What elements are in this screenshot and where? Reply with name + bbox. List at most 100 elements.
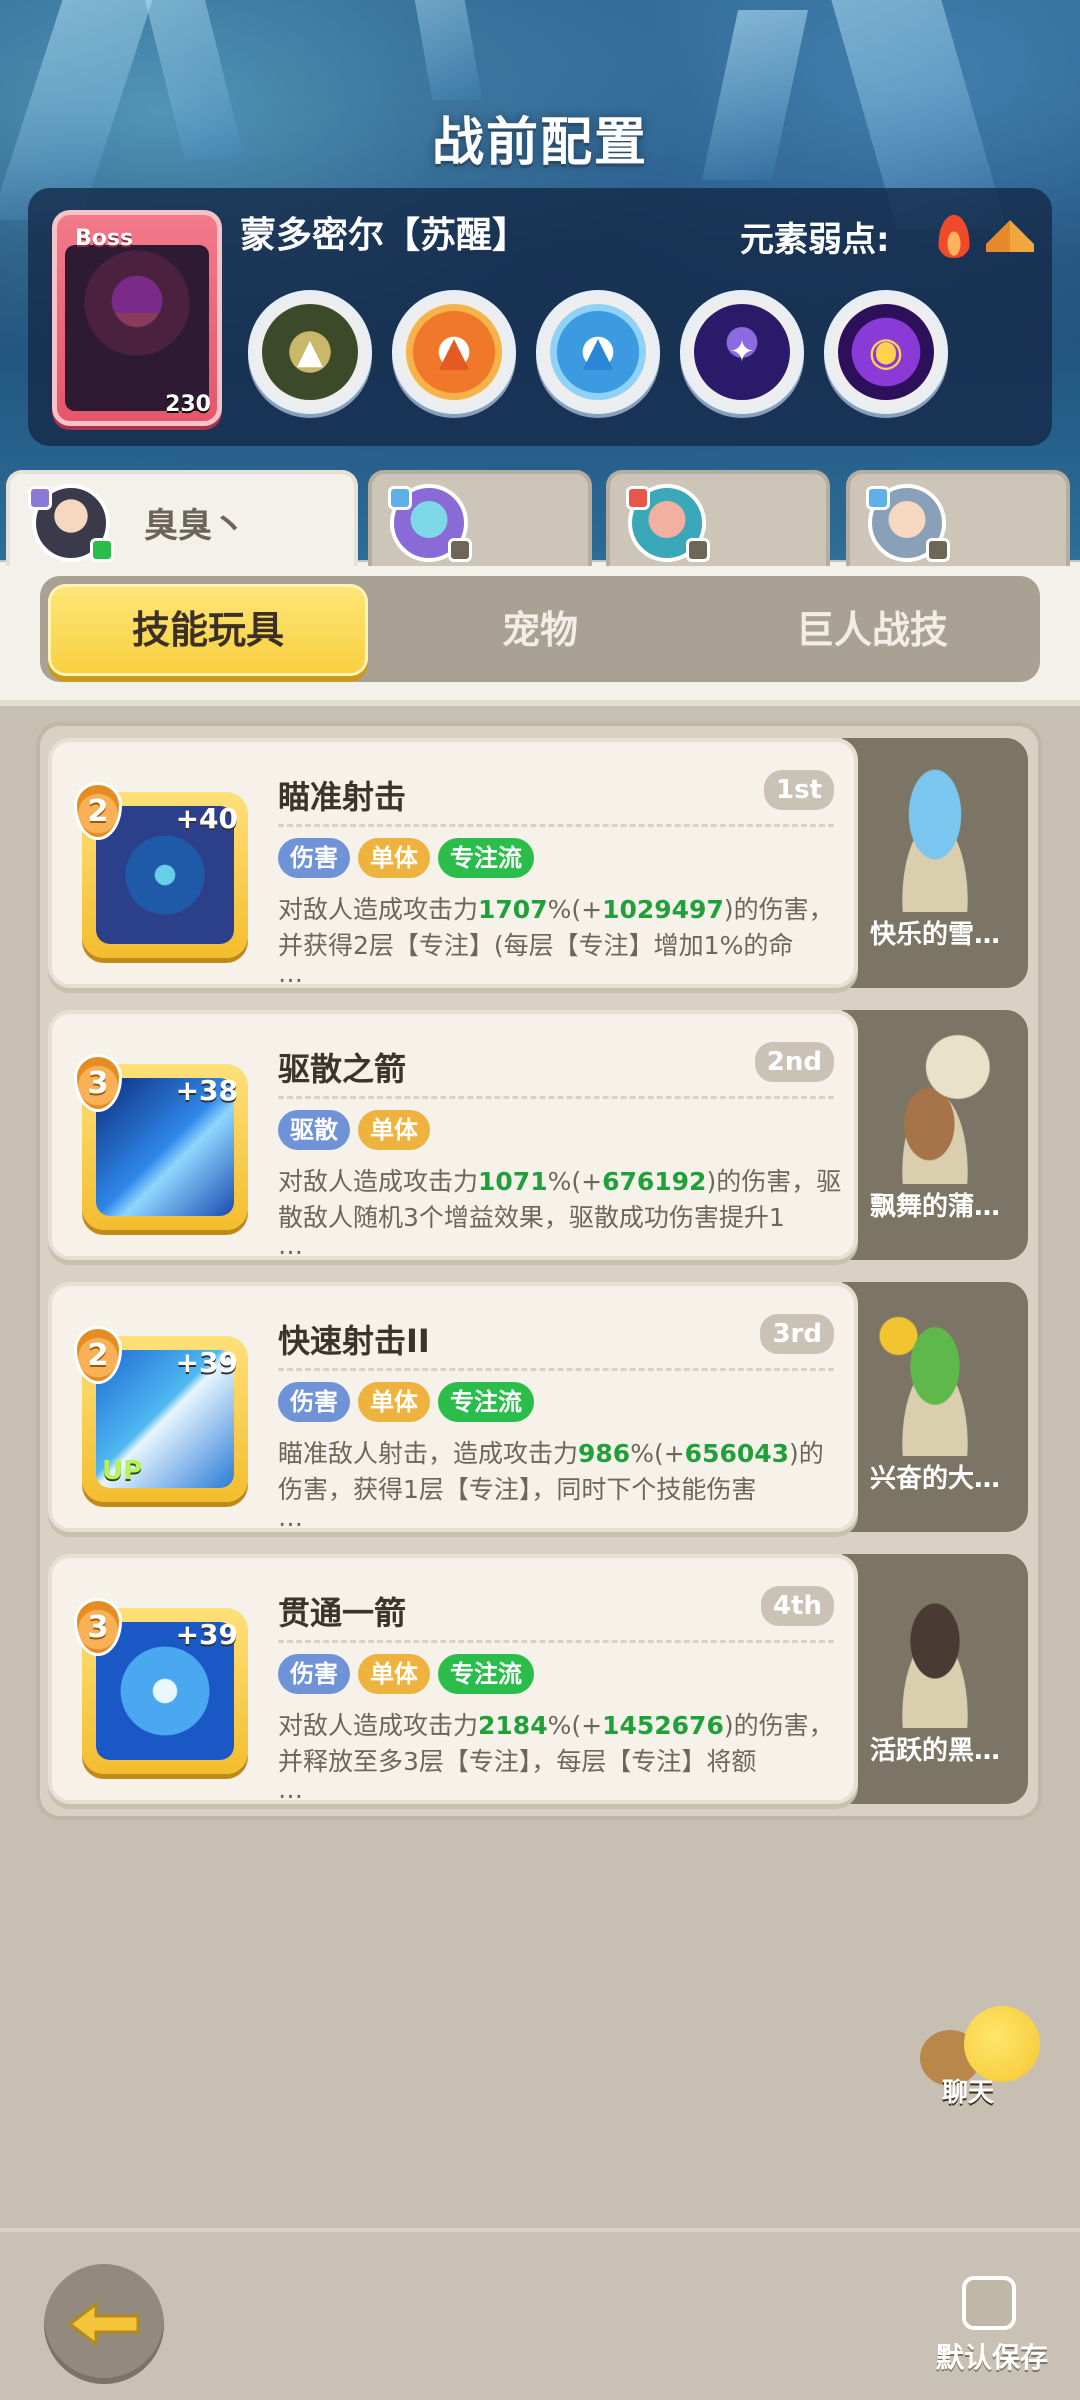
skill-rank: 3rd bbox=[760, 1314, 834, 1354]
controller-badge-icon bbox=[926, 538, 950, 562]
weakness-label: 元素弱点: bbox=[740, 220, 890, 260]
back-button[interactable] bbox=[44, 2264, 164, 2384]
pet-slot-3[interactable]: 兴奋的大… bbox=[842, 1282, 1028, 1532]
back-arrow-icon bbox=[67, 2302, 140, 2346]
desc-text: 瞄准敌人射击，造成攻击力 bbox=[278, 1439, 579, 1468]
boss-horns bbox=[97, 253, 177, 313]
desc-ellipsis: … bbox=[278, 1503, 303, 1532]
tag: 单体 bbox=[358, 838, 430, 878]
skill-plus: +39 bbox=[175, 1346, 238, 1379]
tag: 伤害 bbox=[278, 838, 350, 878]
skill-plus: +39 bbox=[175, 1618, 238, 1651]
pet-name: 飘舞的蒲… bbox=[869, 1192, 1000, 1222]
controller-badge-icon bbox=[686, 538, 710, 562]
skill-plus: +40 bbox=[175, 802, 238, 835]
controller-badge-icon bbox=[90, 538, 114, 562]
pet-slot-1[interactable]: 快乐的雪… bbox=[842, 738, 1028, 988]
desc-text: 对敌人造成攻击力 bbox=[278, 1711, 479, 1740]
desc-value: 2184 bbox=[478, 1711, 548, 1740]
pet-art bbox=[878, 1306, 992, 1456]
desc-ellipsis: … bbox=[278, 959, 303, 988]
desc-text: %(+ bbox=[547, 1711, 603, 1740]
tab-skill-toys[interactable]: 技能玩具 bbox=[48, 584, 368, 676]
divider bbox=[278, 1368, 834, 1371]
desc-value: 1029497 bbox=[602, 895, 724, 924]
skill-card-4[interactable]: +39 3 贯通一箭 4th 伤害 单体 专注流 对敌人造成攻击力2184%(+… bbox=[48, 1554, 858, 1804]
default-save-checkbox[interactable] bbox=[962, 2276, 1016, 2330]
boss-skill-5-icon[interactable]: ◉ bbox=[824, 290, 948, 414]
skill-tags: 伤害 单体 专注流 bbox=[278, 1654, 534, 1694]
hero-tab-2[interactable] bbox=[368, 470, 592, 566]
controller-badge-icon bbox=[448, 538, 472, 562]
hero-tab-4[interactable] bbox=[846, 470, 1070, 566]
hero-tab-1[interactable]: 臭臭丶 bbox=[6, 470, 358, 566]
desc-ellipsis: … bbox=[278, 1231, 303, 1260]
boss-name: 蒙多密尔【苏醒】 bbox=[240, 215, 529, 256]
element-badge-icon bbox=[626, 486, 650, 510]
fire-icon bbox=[936, 210, 972, 258]
divider bbox=[278, 1640, 834, 1643]
element-badge-icon bbox=[866, 486, 890, 510]
hero-name: 臭臭丶 bbox=[144, 506, 246, 546]
skill-plus: +38 bbox=[175, 1074, 238, 1107]
divider bbox=[278, 1096, 834, 1099]
hero-tab-3[interactable] bbox=[606, 470, 830, 566]
tag: 驱散 bbox=[278, 1110, 350, 1150]
skill-upgrade-label: UP bbox=[102, 1456, 143, 1486]
desc-text: %(+ bbox=[547, 1167, 603, 1196]
desc-text: %(+ bbox=[630, 1439, 685, 1468]
pet-name: 活跃的黑… bbox=[869, 1736, 1000, 1766]
skill-card-1[interactable]: +40 2 瞄准射击 1st 伤害 单体 专注流 对敌人造成攻击力1707%(+… bbox=[48, 738, 858, 988]
skill-card-3[interactable]: +39 UP 2 快速射击II 3rd 伤害 单体 专注流 瞄准敌人射击，造成攻… bbox=[48, 1282, 858, 1532]
tag: 伤害 bbox=[278, 1654, 350, 1694]
crystal-decoration bbox=[407, 0, 483, 100]
boss-portrait[interactable]: Boss 230 bbox=[52, 210, 222, 426]
skill-tags: 伤害 单体 专注流 bbox=[278, 838, 534, 878]
boss-tag: Boss bbox=[75, 226, 134, 251]
tag: 单体 bbox=[358, 1654, 430, 1694]
desc-value: 1071 bbox=[478, 1167, 548, 1196]
desc-value: 1452676 bbox=[602, 1711, 724, 1740]
skill-tags: 驱散 单体 bbox=[278, 1110, 430, 1150]
desc-text: 对敌人造成攻击力 bbox=[278, 895, 479, 924]
boss-skill-4-icon[interactable]: ✦ bbox=[680, 290, 804, 414]
tag: 专注流 bbox=[438, 1654, 534, 1694]
pet-art bbox=[878, 1034, 992, 1184]
tag: 单体 bbox=[358, 1110, 430, 1150]
chat-label: 聊天 bbox=[942, 2078, 995, 2108]
skill-title: 驱散之箭 bbox=[278, 1050, 407, 1088]
desc-ellipsis: … bbox=[278, 1775, 303, 1804]
boss-skill-1-icon[interactable]: ▲ bbox=[248, 290, 372, 414]
skill-title: 瞄准射击 bbox=[278, 778, 407, 816]
pet-art bbox=[878, 762, 992, 912]
skill-description: 瞄准敌人射击，造成攻击力986%(+656043)的伤害，获得1层【专注】，同时… bbox=[278, 1436, 844, 1508]
pet-art bbox=[878, 1578, 992, 1728]
desc-value: 1707 bbox=[478, 895, 548, 924]
tab-pets[interactable]: 宠物 bbox=[380, 584, 700, 676]
boss-level: 230 bbox=[165, 392, 211, 417]
desc-value: 986 bbox=[578, 1439, 631, 1468]
skill-description: 对敌人造成攻击力2184%(+1452676)的伤害，并释放至多3层【专注】，每… bbox=[278, 1708, 844, 1780]
desc-text: 对敌人造成攻击力 bbox=[278, 1167, 479, 1196]
tab-giant-skills[interactable]: 巨人战技 bbox=[712, 584, 1032, 676]
skill-card-2[interactable]: +38 3 驱散之箭 2nd 驱散 单体 对敌人造成攻击力1071%(+6761… bbox=[48, 1010, 858, 1260]
boss-skill-2-icon[interactable]: ▲ bbox=[392, 290, 516, 414]
skill-description: 对敌人造成攻击力1707%(+1029497)的伤害，并获得2层【专注】(每层【… bbox=[278, 892, 844, 964]
chat-button[interactable]: 聊天 bbox=[920, 2006, 1040, 2108]
desc-value: 676192 bbox=[602, 1167, 707, 1196]
desc-value: 656043 bbox=[684, 1439, 790, 1468]
page-title: 战前配置 bbox=[431, 113, 648, 173]
tag: 专注流 bbox=[438, 838, 534, 878]
pet-slot-4[interactable]: 活跃的黑… bbox=[842, 1554, 1028, 1804]
boss-skill-3-icon[interactable]: ▲ bbox=[536, 290, 660, 414]
skill-rank: 2nd bbox=[754, 1042, 834, 1082]
pet-name: 快乐的雪… bbox=[869, 920, 1000, 950]
pet-slot-2[interactable]: 飘舞的蒲… bbox=[842, 1010, 1028, 1260]
skill-description: 对敌人造成攻击力1071%(+676192)的伤害，驱散敌人随机3个增益效果，驱… bbox=[278, 1164, 844, 1236]
default-save-label: 默认保存 bbox=[936, 2341, 1049, 2374]
desc-text: %(+ bbox=[547, 895, 603, 924]
tag: 伤害 bbox=[278, 1382, 350, 1422]
tag: 单体 bbox=[358, 1382, 430, 1422]
element-badge-icon bbox=[28, 486, 52, 510]
chat-face-icon bbox=[964, 2006, 1040, 2082]
